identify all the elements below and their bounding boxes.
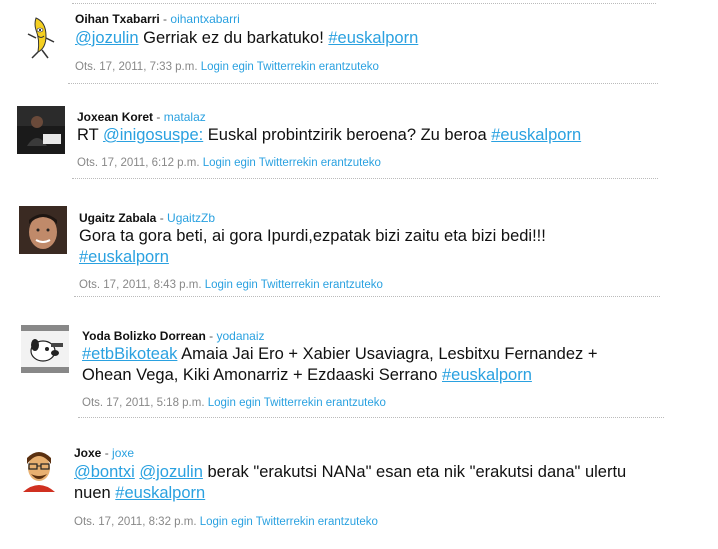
author-handle[interactable]: UgaitzZb	[167, 211, 215, 225]
tweet-divider	[68, 83, 658, 84]
tweet-date: Ots. 17, 2011, 8:32 p.m.	[74, 516, 197, 528]
author-handle[interactable]: yodanaiz	[216, 329, 264, 343]
person-photo-icon	[17, 106, 65, 154]
hashtag-link[interactable]: #euskalporn	[442, 366, 532, 384]
tweet-text: #etbBikoteak Amaia Jai Ero + Xabier Usav…	[82, 345, 598, 384]
avatar[interactable]	[21, 325, 69, 373]
author-name[interactable]: Joxe	[74, 446, 101, 460]
tweet-text: @jozulin Gerriak ez du barkatuko! #euska…	[75, 29, 419, 47]
tweet-meta: Ots. 17, 2011, 6:12 p.m. Login egin Twit…	[77, 156, 381, 170]
author-handle[interactable]: oihantxabarri	[170, 12, 239, 26]
login-reply-link[interactable]: Login egin Twitterrekin erantzuteko	[205, 279, 383, 291]
cartoon-man-icon	[15, 444, 63, 492]
tweet-date: Ots. 17, 2011, 6:12 p.m.	[77, 157, 200, 169]
avatar[interactable]	[15, 444, 63, 492]
tweet-meta: Ots. 17, 2011, 8:43 p.m. Login egin Twit…	[79, 278, 383, 292]
tweet-header: Yoda Bolizko Dorrean - yodanaiz	[82, 329, 265, 343]
author-name[interactable]: Ugaitz Zabala	[79, 211, 156, 225]
tweet-meta: Ots. 17, 2011, 5:18 p.m. Login egin Twit…	[82, 396, 386, 410]
mention-link[interactable]: @inigosuspe:	[103, 126, 203, 144]
author-name[interactable]: Joxean Koret	[77, 110, 153, 124]
tweet-date: Ots. 17, 2011, 7:33 p.m.	[75, 61, 198, 73]
tweet-divider	[72, 178, 658, 179]
mention-link[interactable]: @jozulin	[75, 29, 139, 47]
tweet-date: Ots. 17, 2011, 8:43 p.m.	[79, 279, 202, 291]
hashtag-link[interactable]: #etbBikoteak	[82, 345, 177, 363]
tweet-date: Ots. 17, 2011, 5:18 p.m.	[82, 397, 205, 409]
author-name[interactable]: Yoda Bolizko Dorrean	[82, 329, 206, 343]
mention-link[interactable]: @bontxi	[74, 463, 135, 481]
banana-icon	[16, 12, 64, 60]
tweet-header: Oihan Txabarri - oihantxabarri	[75, 12, 240, 26]
tweet-divider	[74, 296, 660, 297]
hashtag-link[interactable]: #euskalporn	[491, 126, 581, 144]
author-name[interactable]: Oihan Txabarri	[75, 12, 160, 26]
avatar[interactable]	[19, 206, 67, 254]
top-divider	[72, 3, 656, 4]
tweet-text: @bontxi @jozulin berak "erakutsi NANa" e…	[74, 463, 627, 502]
tweet-header: Ugaitz Zabala - UgaitzZb	[79, 211, 216, 225]
login-reply-link[interactable]: Login egin Twitterrekin erantzuteko	[208, 397, 386, 409]
login-reply-link[interactable]: Login egin Twitterrekin erantzuteko	[200, 516, 378, 528]
face-photo-icon	[19, 206, 67, 254]
cartoon-dog-icon	[21, 325, 69, 373]
login-reply-link[interactable]: Login egin Twitterrekin erantzuteko	[201, 61, 379, 73]
tweet-text: RT @inigosuspe: Euskal probintzirik bero…	[77, 126, 582, 144]
tweet-header: Joxe - joxe	[74, 446, 135, 460]
tweet-meta: Ots. 17, 2011, 7:33 p.m. Login egin Twit…	[75, 60, 379, 74]
avatar[interactable]	[17, 106, 65, 154]
hashtag-link[interactable]: #euskalporn	[115, 484, 205, 502]
mention-link[interactable]: @jozulin	[139, 463, 203, 481]
tweet-header: Joxean Koret - matalaz	[77, 110, 206, 124]
login-reply-link[interactable]: Login egin Twitterrekin erantzuteko	[203, 157, 381, 169]
avatar[interactable]	[16, 12, 64, 60]
author-handle[interactable]: matalaz	[164, 110, 206, 124]
hashtag-link[interactable]: #euskalporn	[79, 248, 169, 266]
tweet-divider	[78, 417, 664, 418]
hashtag-link[interactable]: #euskalporn	[328, 29, 418, 47]
tweet-meta: Ots. 17, 2011, 8:32 p.m. Login egin Twit…	[74, 515, 378, 529]
author-handle[interactable]: joxe	[112, 446, 134, 460]
tweet-text: Gora ta gora beti, ai gora Ipurdi,ezpata…	[79, 227, 546, 266]
